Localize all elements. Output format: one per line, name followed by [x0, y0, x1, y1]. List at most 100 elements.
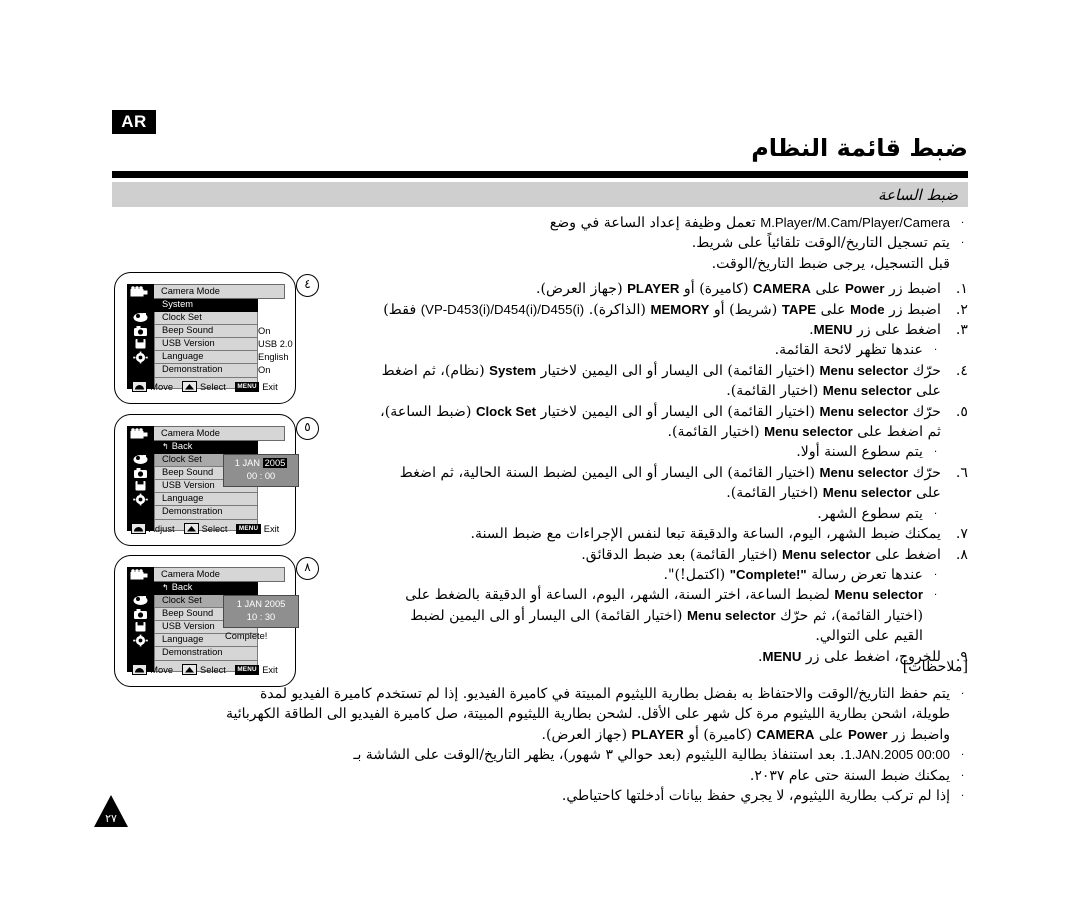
lcd-menu-item[interactable]: Demonstration: [154, 506, 258, 520]
dial-press-icon: [182, 381, 198, 392]
lcd-menu-item[interactable]: Language: [154, 493, 258, 507]
guide-exit-label: Exit: [262, 664, 278, 675]
lcd-menu-value: On: [258, 326, 271, 337]
clock-year[interactable]: 2005: [265, 599, 286, 609]
note-4: ٠ إذا لم تركب بطارية الليثيوم، لا يجري ح…: [102, 786, 968, 806]
step-6-c: على: [916, 485, 941, 502]
guide-exit-label: Exit: [262, 381, 278, 392]
settings-gear-icon: [132, 634, 149, 647]
lcd-menu-item[interactable]: Clock Set: [154, 312, 258, 326]
dial-move-icon: [130, 523, 146, 534]
bullet-icon: ٠: [932, 568, 939, 580]
camera-icon: [132, 324, 149, 337]
step-4-c: (نظام)، ثم اضغط: [381, 362, 485, 379]
intro-bullet-1: ٠ M.Player/M.Cam/Player/Camera تعمل وظيف…: [303, 213, 968, 233]
note-3-text: يمكنك ضبط السنة حتى عام ٢٠٣٧.: [749, 767, 950, 784]
guide-select-label: Select: [201, 523, 228, 534]
step-4-d: على: [916, 383, 941, 400]
menu-selector-label: Menu selector: [764, 424, 853, 440]
step-4-line-2: على Menu selector (اختيار القائمة).: [303, 381, 941, 401]
clock-month[interactable]: JAN: [242, 458, 260, 468]
note-1-b: على: [818, 726, 844, 743]
dial-move-icon: [132, 664, 148, 675]
tape-label: TAPE: [781, 301, 817, 317]
step-marker-8: ٨: [296, 557, 319, 580]
notes-column: ٠ يتم حفظ التاريخ/الوقت والاحتفاظ به بفض…: [102, 684, 968, 806]
settings-gear-icon: [132, 493, 149, 506]
step-2-b: على: [820, 301, 846, 318]
menu-selector-label: Menu selector: [819, 403, 909, 419]
clock-year[interactable]: 2005: [262, 458, 288, 468]
lcd-screen: Camera Mode: [114, 414, 299, 546]
step-number: ١.: [955, 281, 968, 298]
note-1-c: (كاميرة) أو: [688, 726, 753, 743]
intro-text-1-ar: تعمل وظيفة إعداد الساعة في وضع: [549, 215, 756, 231]
step-8-detail-c: (اختيار القائمة) الى اليسار أو الى اليمي…: [410, 607, 683, 624]
title-divider: [112, 171, 968, 178]
lcd-illustration-3: Camera Mode ↰ Back Clock Set Beep Sound …: [114, 555, 299, 687]
lcd-menu-rows: System Clock Set Beep Sound USB Version …: [154, 299, 258, 378]
step-5-d: ثم اضغط على: [857, 424, 941, 441]
step-8-detail-b: (اختيار القائمة)، ثم حرّك: [780, 607, 923, 624]
step-3-text: اضغط على زر MENU.: [303, 320, 941, 340]
camcorder-icon: [127, 567, 154, 582]
lcd-menu-item-back[interactable]: ↰ Back: [154, 441, 258, 455]
lcd-menu-value: On: [258, 365, 271, 376]
power-button-label: Power: [847, 726, 888, 742]
lcd-menu-value: English: [258, 352, 289, 363]
camcorder-icon: [127, 284, 154, 299]
note-2-text: 1.JAN.2005 00:00. بعد استنفاذ بطالية الل…: [102, 745, 950, 765]
guide-select: Select: [183, 523, 228, 534]
dial-press-icon: [183, 523, 199, 534]
step-5-a: حرّك: [912, 403, 941, 420]
step-marker-5: ٥: [296, 417, 319, 440]
step-8-detail-line-3: القيم على التوالي.: [815, 628, 923, 645]
menu-selector-label: Menu selector: [822, 485, 912, 501]
clock-time[interactable]: 00 : 00: [224, 471, 298, 482]
guide-move-label: Move: [150, 664, 174, 675]
note-2: ٠ 1.JAN.2005 00:00. بعد استنفاذ بطالية ا…: [102, 745, 968, 765]
note-3: ٠ يمكنك ضبط السنة حتى عام ٢٠٣٧.: [102, 766, 968, 786]
camera-icon: [132, 607, 149, 620]
clock-time[interactable]: 10 : 30: [224, 612, 298, 623]
camcorder-icon: [127, 426, 154, 441]
page-title: ضبط قائمة النظام: [751, 134, 968, 162]
step-4-line-1: حرّك Menu selector (اختيار القائمة) الى …: [303, 361, 941, 381]
step-number: ٥.: [955, 403, 968, 420]
step-2-a: اضبط زر: [889, 301, 941, 318]
memory-label: MEMORY: [650, 301, 710, 317]
lcd-mode-row: Camera Mode: [127, 567, 285, 582]
menu-selector-label: Menu selector: [834, 587, 923, 603]
record-icon: [132, 310, 149, 323]
clock-day[interactable]: 1: [235, 458, 240, 468]
clock-month[interactable]: JAN: [244, 599, 262, 609]
clock-day[interactable]: 1: [237, 599, 242, 609]
step-2-text: اضبط زر Mode على TAPE (شريط) أو MEMORY (…: [303, 300, 941, 320]
lcd-menu-item[interactable]: Demonstration: [154, 364, 258, 378]
menu-button-label: MENU: [813, 322, 853, 338]
memory-icon: [132, 337, 149, 350]
lcd-menu-item[interactable]: Language: [154, 351, 258, 365]
memory-icon: [132, 479, 149, 492]
guide-move-label: Move: [150, 381, 174, 392]
lcd-menu-item[interactable]: System: [154, 299, 258, 313]
default-datetime-value: 1.JAN.2005 00:00: [844, 747, 950, 763]
lcd-menu-item[interactable]: Demonstration: [154, 647, 258, 661]
lcd-screen: Camera Mode: [114, 272, 296, 404]
lcd-menu-item-label: Back: [171, 582, 193, 592]
step-5: ٥. حرّك Menu selector (اختيار القائمة) ا…: [303, 402, 968, 443]
lcd-mode-label: Camera Mode: [154, 284, 285, 299]
guide-select: Select: [182, 381, 226, 392]
sub-note-6-text: يتم سطوع الشهر.: [817, 505, 923, 522]
lcd-menu-item[interactable]: USB Version: [154, 338, 258, 352]
bullet-icon: ٠: [932, 589, 939, 601]
lcd-menu-item-back[interactable]: ↰ Back: [154, 582, 258, 596]
memory-icon: [132, 620, 149, 633]
lcd-menu-item[interactable]: Beep Sound: [154, 325, 258, 339]
step-6-line-2: على Menu selector (اختيار القائمة).: [303, 483, 941, 503]
lcd-mode-row: Camera Mode: [127, 426, 285, 441]
step-8: ٨. اضغط على Menu selector (اختيار القائم…: [303, 545, 968, 565]
camera-icon: [132, 466, 149, 479]
bullet-icon: ٠: [959, 217, 966, 228]
model-list: (VP-D453(i)/D454(i)/D455(i): [420, 301, 585, 317]
